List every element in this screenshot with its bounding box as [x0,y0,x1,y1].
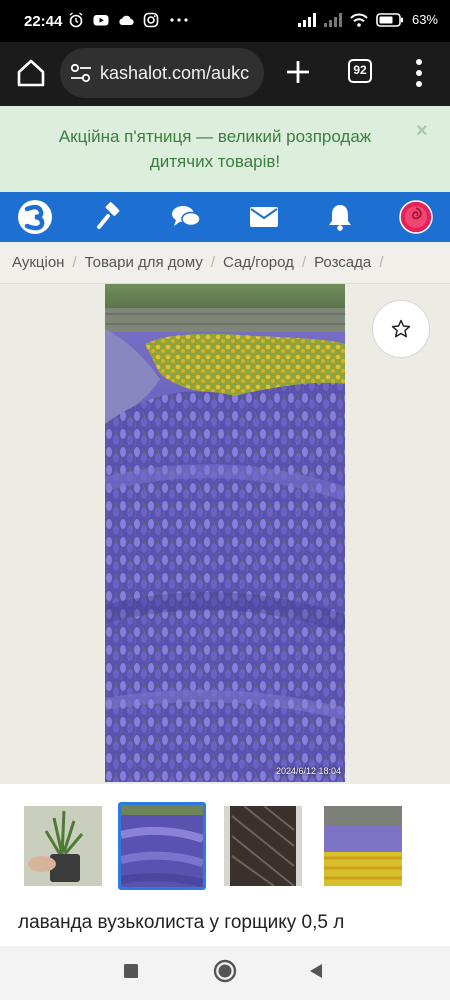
item-title: лаванда вузьколиста у горщику 0,5 л [18,912,345,933]
home-icon[interactable] [14,56,48,90]
url-text: kashalot.com/aukc [100,63,250,83]
thumbnail[interactable] [324,806,402,886]
battery-percent: 63% [411,12,438,27]
site-nav [0,192,450,242]
alarm-icon [69,12,83,28]
breadcrumb-separator: / [72,254,77,271]
thumbnail[interactable] [24,806,102,886]
instagram-icon [143,12,159,28]
thumbnail[interactable] [224,806,302,886]
item-title-section: лаванда вузьколиста у горщику 0,5 л [0,900,450,946]
breadcrumb-item[interactable]: Сад/город [223,254,294,271]
bell-icon[interactable] [322,200,358,234]
gavel-icon[interactable] [92,200,128,234]
status-system-icons: 63% [297,12,438,27]
star-icon [391,319,411,338]
signal-secondary-icon [323,12,342,27]
tab-switcher-button[interactable]: 92 [348,59,372,83]
close-icon[interactable]: × [416,120,428,143]
breadcrumb-separator: / [379,254,384,271]
breadcrumb-separator: / [210,254,216,271]
favorite-button[interactable] [372,300,430,358]
back-icon[interactable] [307,962,325,980]
main-product-photo[interactable]: 2024/6/12 18:04 [105,284,345,782]
battery-icon [376,12,403,27]
avatar[interactable] [398,200,434,234]
more-vert-icon[interactable] [408,56,430,90]
breadcrumb-item[interactable]: Товари для дому [85,254,203,271]
cloud-icon [119,15,134,26]
address-bar[interactable]: kashalot.com/aukc [60,48,264,98]
breadcrumb: Аукціон / Товари для дому / Сад/город / … [0,242,450,284]
new-tab-button[interactable] [282,56,314,88]
site-settings-icon[interactable] [70,63,92,83]
breadcrumb-item[interactable]: Аукціон [12,254,64,271]
plus-icon [287,61,309,83]
thumbnail-selected[interactable] [118,802,206,890]
promo-banner: Акційна п'ятниця — великий розпродаж дит… [0,106,450,192]
youtube-icon [93,15,109,26]
mail-icon[interactable] [246,200,282,234]
lavender-photo [105,284,345,782]
wifi-icon [350,13,368,27]
product-gallery: 2024/6/12 18:04 [0,284,450,784]
breadcrumb-item[interactable]: Розсада [314,254,371,271]
signal-icon [297,12,316,27]
breadcrumb-separator: / [301,254,307,271]
browser-toolbar: kashalot.com/aukc 92 [0,42,450,106]
photo-timestamp: 2024/6/12 18:04 [275,766,341,776]
home-nav-icon[interactable] [213,959,237,983]
chat-icon[interactable] [168,200,204,234]
thumbnail-strip [0,784,450,900]
status-notification-icons [68,12,190,28]
recents-icon[interactable] [123,963,139,979]
status-bar: 22:44 63% [0,0,450,42]
logo-icon[interactable] [16,200,54,234]
android-navigation-bar [0,946,450,1000]
status-time: 22:44 [24,13,63,30]
promo-text[interactable]: Акційна п'ятниця — великий розпродаж дит… [30,124,400,174]
more-notifications-icon [170,18,188,22]
